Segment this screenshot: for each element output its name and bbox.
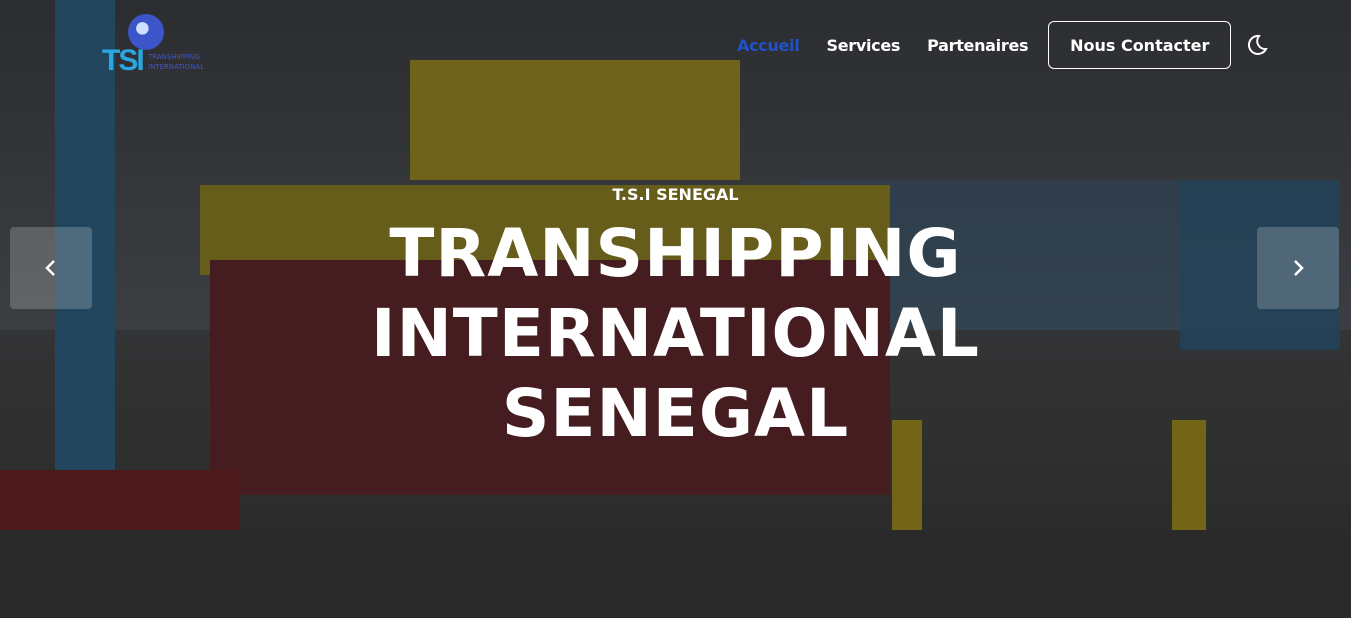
moon-icon[interactable]	[1245, 33, 1269, 57]
contact-button[interactable]: Nous Contacter	[1048, 21, 1232, 69]
logo-tagline-line1: TRANSHIPPING	[148, 53, 200, 61]
hero-title-line1: TRANSHIPPING	[389, 215, 962, 292]
hero-title-line2: INTERNATIONAL	[371, 295, 980, 372]
nav-accueil[interactable]: Accueil	[737, 36, 800, 55]
logo[interactable]: TSI TRANSHIPPING INTERNATIONAL	[102, 14, 217, 77]
logo-tagline: TRANSHIPPING INTERNATIONAL	[148, 52, 204, 72]
main-nav: Accueil Services Partenaires Nous Contac…	[737, 21, 1269, 69]
carousel-prev-button[interactable]	[10, 227, 92, 309]
hero-title-line3: SENEGAL	[501, 375, 850, 452]
chevron-right-icon	[1294, 260, 1304, 276]
logo-tagline-line2: INTERNATIONAL	[148, 63, 205, 71]
hero-title: TRANSHIPPING INTERNATIONAL SENEGAL	[0, 214, 1351, 454]
nav-services[interactable]: Services	[826, 36, 900, 55]
hero-kicker: T.S.I SENEGAL	[612, 185, 739, 204]
logo-mark: TSI	[102, 44, 145, 77]
nav-partenaires[interactable]: Partenaires	[927, 36, 1028, 55]
carousel-next-button[interactable]	[1257, 227, 1339, 309]
chevron-left-icon	[45, 260, 55, 276]
